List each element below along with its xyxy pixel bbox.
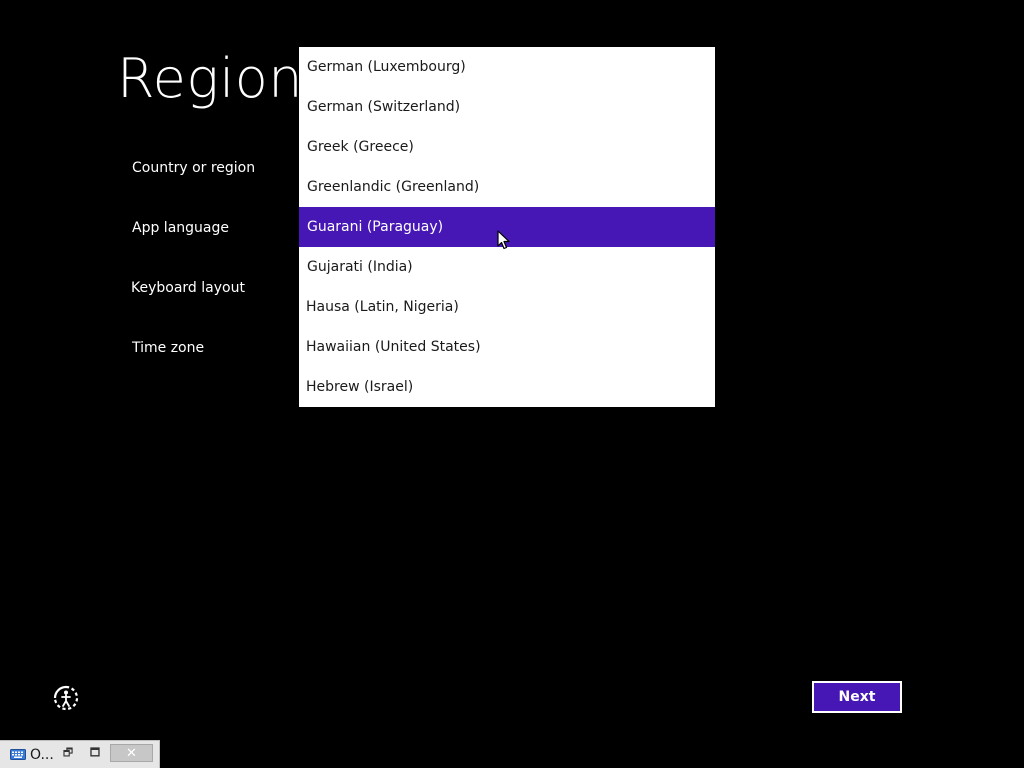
- dropdown-option[interactable]: Gujarati (India): [299, 247, 715, 287]
- time-zone-label: Time zone: [132, 340, 205, 356]
- dropdown-option[interactable]: Greenlandic (Greenland): [299, 167, 715, 207]
- maximize-icon[interactable]: 🗖: [84, 744, 106, 762]
- dropdown-option[interactable]: German (Luxembourg): [299, 47, 715, 87]
- dropdown-option[interactable]: Hebrew (Israel): [299, 367, 715, 407]
- close-icon[interactable]: ✕: [110, 744, 153, 762]
- country-or-region-label: Country or region: [132, 160, 256, 176]
- dropdown-option[interactable]: Greek (Greece): [299, 127, 715, 167]
- page-title: Region: [117, 47, 303, 110]
- keyboard-icon: [10, 749, 26, 760]
- next-button[interactable]: Next: [812, 681, 902, 713]
- keyboard-layout-label: Keyboard layout: [131, 280, 245, 296]
- country-dropdown-list[interactable]: German (Luxembourg) German (Switzerland)…: [299, 47, 715, 407]
- mouse-pointer-icon: [497, 230, 510, 250]
- dropdown-option[interactable]: German (Switzerland): [299, 87, 715, 127]
- restore-icon[interactable]: 🗗: [57, 744, 79, 762]
- dropdown-option[interactable]: Hawaiian (United States): [299, 327, 715, 367]
- app-language-label: App language: [132, 220, 229, 236]
- setup-screen: Region Country or region App language Ke…: [0, 0, 1024, 768]
- dropdown-option[interactable]: Hausa (Latin, Nigeria): [299, 287, 715, 327]
- minimized-window-bar[interactable]: O... 🗗 🗖 ✕: [0, 740, 160, 768]
- window-title-label: O...: [30, 747, 54, 763]
- ease-of-access-icon[interactable]: [52, 684, 80, 712]
